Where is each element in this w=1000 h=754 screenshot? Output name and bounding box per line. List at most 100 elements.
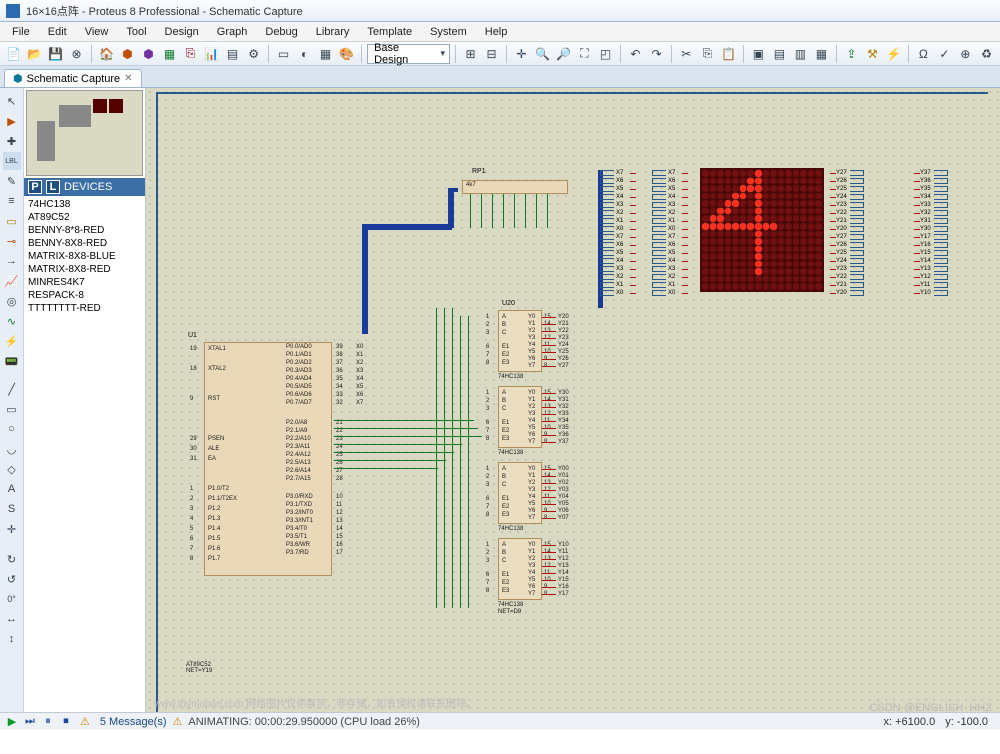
- block1-icon[interactable]: ▣: [749, 44, 768, 64]
- pick-button[interactable]: P: [28, 180, 42, 194]
- arc-icon[interactable]: ◡: [3, 440, 21, 458]
- label-icon[interactable]: LBL: [3, 152, 21, 170]
- chart-icon[interactable]: 📊: [202, 44, 221, 64]
- device-item[interactable]: TTTTTTTT-RED: [28, 302, 141, 315]
- box-icon[interactable]: ▭: [3, 400, 21, 418]
- component-icon[interactable]: ▶: [3, 112, 21, 130]
- grid1-icon[interactable]: ⊞: [461, 44, 480, 64]
- save-icon[interactable]: 💾: [46, 44, 65, 64]
- menu-edit[interactable]: Edit: [40, 24, 75, 40]
- instrument-icon[interactable]: 📟: [3, 352, 21, 370]
- junction-icon[interactable]: ✚: [3, 132, 21, 150]
- mirror-v-icon[interactable]: ↕: [3, 630, 21, 648]
- menu-system[interactable]: System: [422, 24, 475, 40]
- palette-icon[interactable]: 🎨: [337, 44, 356, 64]
- lib-button[interactable]: L: [46, 180, 60, 194]
- device-item[interactable]: BENNY-8*8-RED: [28, 224, 141, 237]
- menu-tool[interactable]: Tool: [118, 24, 154, 40]
- generator-icon[interactable]: ∿: [3, 312, 21, 330]
- stop-icon[interactable]: ⏹: [58, 715, 74, 729]
- sheet-icon[interactable]: ▦: [316, 44, 335, 64]
- step-icon[interactable]: ⏭: [22, 715, 38, 729]
- isis-icon[interactable]: ⬢: [118, 44, 137, 64]
- tab-close-icon[interactable]: ✕: [124, 73, 132, 84]
- menu-library[interactable]: Library: [308, 24, 358, 40]
- preview-pane[interactable]: [26, 90, 143, 176]
- tool-c-icon[interactable]: ⊕: [956, 44, 975, 64]
- menu-file[interactable]: File: [4, 24, 38, 40]
- zoomout-icon[interactable]: 🔎: [554, 44, 573, 64]
- grid2-icon[interactable]: ⊟: [482, 44, 501, 64]
- line-icon[interactable]: ╱: [3, 380, 21, 398]
- center-icon[interactable]: ✛: [512, 44, 531, 64]
- toggle-icon[interactable]: ◐: [295, 44, 314, 64]
- device-item[interactable]: 74HC138: [28, 198, 141, 211]
- pin-icon[interactable]: →: [3, 252, 21, 270]
- circle-icon[interactable]: ○: [3, 420, 21, 438]
- decompose-icon[interactable]: ⚡: [884, 44, 903, 64]
- menu-design[interactable]: Design: [157, 24, 207, 40]
- gear-icon[interactable]: ⚙: [244, 44, 263, 64]
- zoomarea-icon[interactable]: ◰: [596, 44, 615, 64]
- graph-icon[interactable]: 📈: [3, 272, 21, 290]
- subcircuit-icon[interactable]: ▭: [3, 212, 21, 230]
- zoomfit-icon[interactable]: ⛶: [575, 44, 594, 64]
- tab-schematic[interactable]: ⬢ Schematic Capture ✕: [4, 69, 142, 87]
- text-icon[interactable]: A: [3, 480, 21, 498]
- ares-icon[interactable]: ⬢: [139, 44, 158, 64]
- block4-icon[interactable]: ▦: [812, 44, 831, 64]
- tool-d-icon[interactable]: ♻: [977, 44, 996, 64]
- block3-icon[interactable]: ▥: [791, 44, 810, 64]
- path-icon[interactable]: ◇: [3, 460, 21, 478]
- play-icon[interactable]: ▶: [4, 715, 20, 729]
- device-item[interactable]: MATRIX-8X8-RED: [28, 263, 141, 276]
- pick-icon[interactable]: ⇪: [842, 44, 861, 64]
- terminal-icon[interactable]: ⊸: [3, 232, 21, 250]
- marker-icon[interactable]: ✛: [3, 520, 21, 538]
- cut-icon[interactable]: ✂: [677, 44, 696, 64]
- tool-a-icon[interactable]: Ω: [914, 44, 933, 64]
- design-combo[interactable]: Base Design: [367, 44, 450, 64]
- copy-icon[interactable]: ⎘: [698, 44, 717, 64]
- probe-icon[interactable]: ⚡: [3, 332, 21, 350]
- d3-icon[interactable]: ▦: [160, 44, 179, 64]
- device-item[interactable]: MINRES4K7: [28, 276, 141, 289]
- undo-icon[interactable]: ↶: [626, 44, 645, 64]
- menu-view[interactable]: View: [77, 24, 117, 40]
- rp1-body[interactable]: [462, 180, 568, 194]
- tape-icon[interactable]: ◎: [3, 292, 21, 310]
- home-icon[interactable]: 🏠: [97, 44, 116, 64]
- open-icon[interactable]: 📂: [25, 44, 44, 64]
- rotate-ccw-icon[interactable]: ↺: [3, 570, 21, 588]
- menu-graph[interactable]: Graph: [209, 24, 256, 40]
- menu-help[interactable]: Help: [477, 24, 516, 40]
- select-icon[interactable]: ↖: [3, 92, 21, 110]
- symbol-icon[interactable]: S: [3, 500, 21, 518]
- block2-icon[interactable]: ▤: [770, 44, 789, 64]
- pause-icon[interactable]: ⏸: [40, 715, 56, 729]
- close-icon[interactable]: ⊗: [67, 44, 86, 64]
- device-item[interactable]: AT89C52: [28, 211, 141, 224]
- device-item[interactable]: BENNY-8X8-RED: [28, 237, 141, 250]
- code-icon[interactable]: ⎘: [181, 44, 200, 64]
- device-item[interactable]: MATRIX-8X8-BLUE: [28, 250, 141, 263]
- message-count[interactable]: 5 Message(s): [94, 716, 173, 728]
- mirror-h-icon[interactable]: ↔: [3, 610, 21, 628]
- device-list[interactable]: 74HC138AT89C52BENNY-8*8-REDBENNY-8X8-RED…: [24, 196, 145, 712]
- menu-debug[interactable]: Debug: [257, 24, 305, 40]
- rotate-cw-icon[interactable]: ↻: [3, 550, 21, 568]
- device-item[interactable]: RESPACK-8: [28, 289, 141, 302]
- bus-icon[interactable]: ≡: [3, 192, 21, 210]
- paste-icon[interactable]: 📋: [719, 44, 738, 64]
- warning-icon[interactable]: ⚠: [80, 715, 90, 728]
- db-icon[interactable]: ▤: [223, 44, 242, 64]
- new-icon[interactable]: 📄: [4, 44, 23, 64]
- redo-icon[interactable]: ↷: [647, 44, 666, 64]
- zoomin-icon[interactable]: 🔍: [533, 44, 552, 64]
- textscript-icon[interactable]: ✎: [3, 172, 21, 190]
- make-icon[interactable]: ⚒: [863, 44, 882, 64]
- led-matrix[interactable]: [700, 168, 824, 292]
- menu-template[interactable]: Template: [359, 24, 420, 40]
- tool-b-icon[interactable]: ✓: [935, 44, 954, 64]
- schematic-canvas[interactable]: RP1 4k7 U1 AT89C52 NET=Y19 XTAL1XTAL2RST…: [146, 88, 1000, 712]
